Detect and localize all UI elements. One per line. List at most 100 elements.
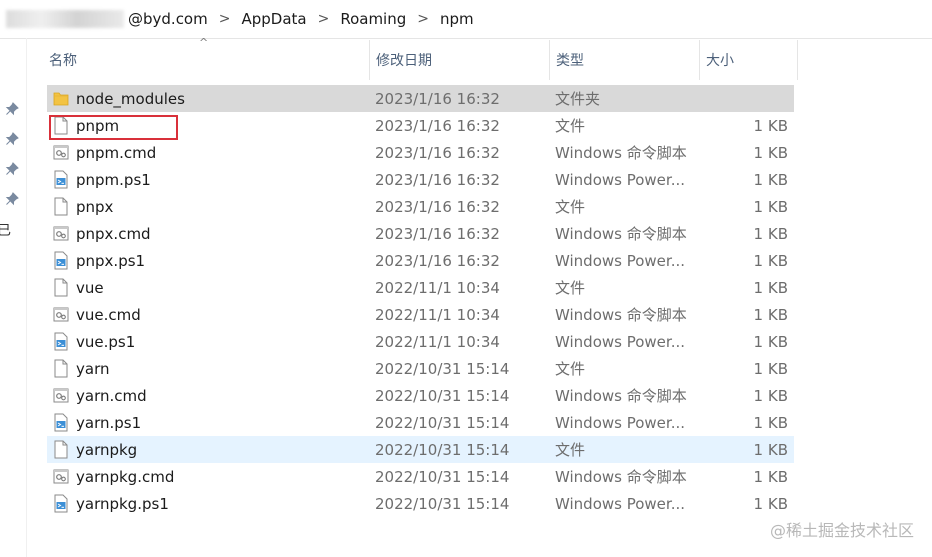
file-row[interactable]: yarn.cmd 2022/10/31 15:14 Windows 命令脚本 1 KB [47, 382, 794, 409]
file-modified-date: 2022/10/31 15:14 [375, 440, 510, 459]
breadcrumb-separator-icon[interactable]: > [212, 11, 238, 27]
file-icon [53, 359, 69, 378]
file-type: Windows Power... [555, 413, 686, 432]
file-type: 文件 [555, 198, 586, 216]
file-list: node_modules 2023/1/16 16:32 文件夹 pnpm 2023/1… [47, 85, 794, 517]
annotation-highlight-box [49, 115, 178, 140]
file-size: 1 KB [753, 197, 788, 216]
file-size: 1 KB [753, 467, 788, 486]
column-header-name[interactable]: 名称 [43, 40, 370, 80]
file-row[interactable]: vue.ps1 2022/11/1 10:34 Windows Power... 1 … [47, 328, 794, 355]
file-row[interactable]: pnpx.cmd 2023/1/16 16:32 Windows 命令脚本 1 KB [47, 220, 794, 247]
file-row[interactable]: pnpx 2023/1/16 16:32 文件 1 KB [47, 193, 794, 220]
file-type: 文件夹 [555, 90, 601, 108]
file-size: 1 KB [753, 440, 788, 459]
file-row[interactable]: yarnpkg 2022/10/31 15:14 文件 1 KB [47, 436, 794, 463]
column-header-date[interactable]: 修改日期 [370, 40, 550, 80]
file-row[interactable]: yarn.ps1 2022/10/31 15:14 Windows Power...… [47, 409, 794, 436]
file-name: yarn.ps1 [76, 413, 142, 432]
cmd-script-icon [53, 224, 69, 243]
file-name: pnpx.cmd [76, 224, 151, 243]
file-name: yarnpkg.cmd [76, 467, 175, 486]
file-modified-date: 2023/1/16 16:32 [375, 197, 500, 216]
powershell-script-icon [53, 332, 69, 351]
file-modified-date: 2022/10/31 15:14 [375, 467, 510, 486]
column-header-name-label: 名称 [49, 53, 77, 69]
cmd-script-icon [53, 467, 69, 486]
file-type: 文件 [555, 360, 586, 378]
redacted-account-name [6, 10, 124, 28]
file-name: vue.cmd [76, 305, 141, 324]
file-modified-date: 2022/11/1 10:34 [375, 278, 500, 297]
file-type: Windows Power... [555, 251, 686, 270]
file-type: Windows Power... [555, 494, 686, 513]
pin-icon[interactable] [5, 132, 19, 146]
breadcrumb-npm[interactable]: npm [436, 10, 478, 28]
file-size: 1 KB [753, 359, 788, 378]
file-modified-date: 2022/10/31 15:14 [375, 359, 510, 378]
file-modified-date: 2023/1/16 16:32 [375, 143, 500, 162]
file-row[interactable]: vue 2022/11/1 10:34 文件 1 KB [47, 274, 794, 301]
pin-icon[interactable] [5, 192, 19, 206]
breadcrumb-appdata[interactable]: AppData [237, 10, 310, 28]
file-type: 文件 [555, 117, 586, 135]
pin-icon[interactable] [5, 162, 19, 176]
file-icon [53, 197, 69, 216]
file-name: pnpx.ps1 [76, 251, 146, 270]
file-type: Windows 命令脚本 [555, 468, 687, 486]
file-size: 1 KB [753, 143, 788, 162]
breadcrumb-separator-icon[interactable]: > [410, 11, 436, 27]
file-row[interactable]: vue.cmd 2022/11/1 10:34 Windows 命令脚本 1 KB [47, 301, 794, 328]
file-row[interactable]: yarnpkg.ps1 2022/10/31 15:14 Windows Power… [47, 490, 794, 517]
file-name: pnpm.ps1 [76, 170, 151, 189]
file-size: 1 KB [753, 386, 788, 405]
cmd-script-icon [53, 386, 69, 405]
breadcrumb-separator-icon[interactable]: > [311, 11, 337, 27]
column-header-size[interactable]: 大小 [700, 40, 798, 80]
file-icon [53, 440, 69, 459]
breadcrumb-roaming[interactable]: Roaming [336, 10, 410, 28]
file-type: Windows 命令脚本 [555, 306, 687, 324]
column-header-type-label: 类型 [556, 53, 584, 69]
file-size: 1 KB [753, 251, 788, 270]
file-name: pnpm.cmd [76, 143, 157, 162]
file-name: vue [76, 278, 104, 297]
file-modified-date: 2023/1/16 16:32 [375, 170, 500, 189]
file-type: 文件 [555, 279, 586, 297]
address-bar[interactable]: @byd.com > AppData > Roaming > npm [0, 0, 932, 39]
file-size: 1 KB [753, 224, 788, 243]
file-size: 1 KB [753, 116, 788, 135]
file-name: yarn [76, 359, 110, 378]
navigation-pane: 已 [0, 38, 27, 557]
file-row[interactable]: pnpm.cmd 2023/1/16 16:32 Windows 命令脚本 1 KB [47, 139, 794, 166]
folder-icon [53, 89, 69, 108]
file-row[interactable]: pnpx.ps1 2023/1/16 16:32 Windows Power... 1… [47, 247, 794, 274]
file-row[interactable]: node_modules 2023/1/16 16:32 文件夹 [47, 85, 794, 112]
file-type: Windows 命令脚本 [555, 225, 687, 243]
file-type: Windows Power... [555, 170, 686, 189]
file-size: 1 KB [753, 305, 788, 324]
file-type: Windows 命令脚本 [555, 144, 687, 162]
sidebar-truncated-label[interactable]: 已 [0, 220, 11, 240]
breadcrumb-account[interactable]: @byd.com [124, 10, 212, 28]
file-name: vue.ps1 [76, 332, 136, 351]
file-row[interactable]: yarnpkg.cmd 2022/10/31 15:14 Windows 命令脚本 1… [47, 463, 794, 490]
file-modified-date: 2023/1/16 16:32 [375, 224, 500, 243]
powershell-script-icon [53, 251, 69, 270]
powershell-script-icon [53, 413, 69, 432]
file-row[interactable]: pnpm.ps1 2023/1/16 16:32 Windows Power... 1… [47, 166, 794, 193]
file-modified-date: 2022/10/31 15:14 [375, 494, 510, 513]
file-size: 1 KB [753, 278, 788, 297]
watermark: @稀土掘金技术社区 [769, 521, 914, 540]
column-header-date-label: 修改日期 [376, 53, 432, 69]
file-modified-date: 2023/1/16 16:32 [375, 116, 500, 135]
column-header-type[interactable]: 类型 [550, 40, 700, 80]
file-modified-date: 2022/11/1 10:34 [375, 332, 500, 351]
file-type: Windows 命令脚本 [555, 387, 687, 405]
file-type: 文件 [555, 441, 586, 459]
file-row[interactable]: yarn 2022/10/31 15:14 文件 1 KB [47, 355, 794, 382]
cmd-script-icon [53, 305, 69, 324]
file-type: Windows Power... [555, 332, 686, 351]
file-name: yarnpkg.ps1 [76, 494, 169, 513]
pin-icon[interactable] [5, 102, 19, 116]
